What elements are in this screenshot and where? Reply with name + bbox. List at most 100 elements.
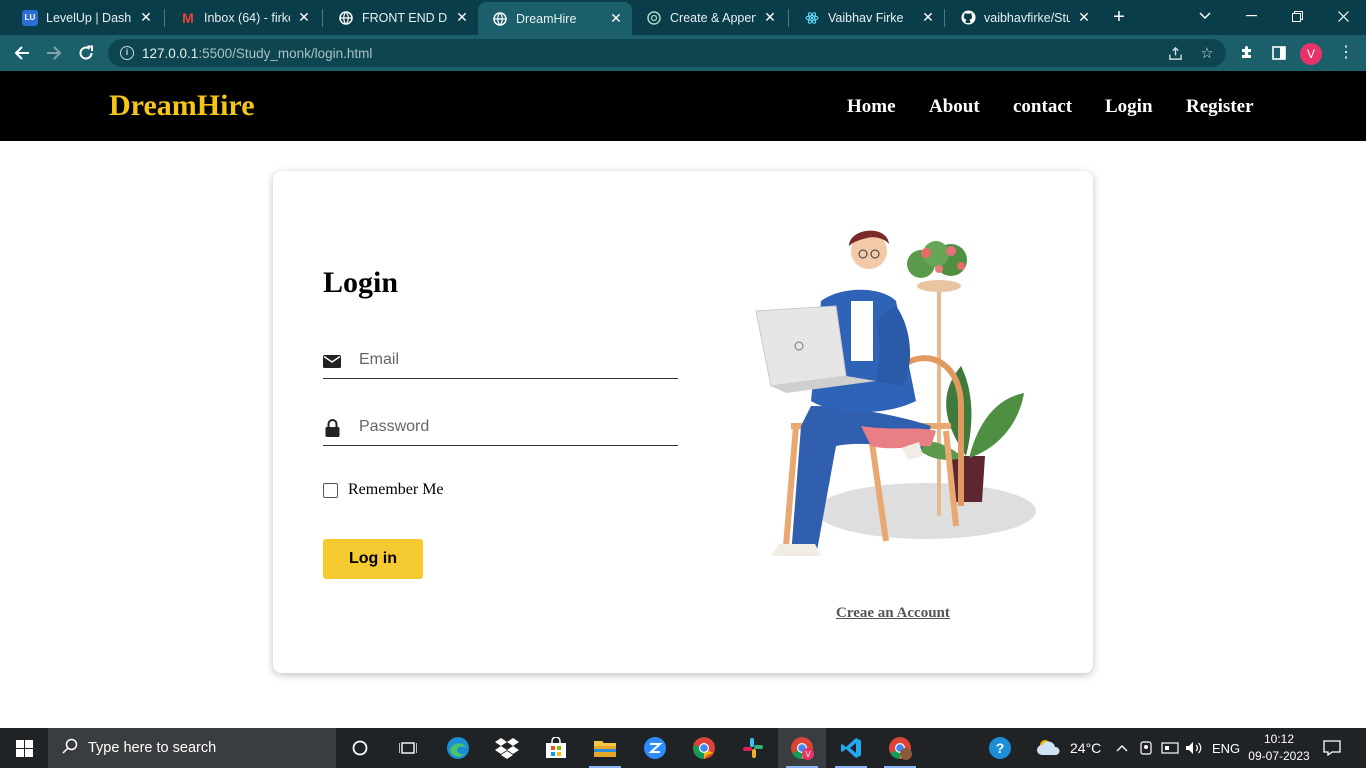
restore-button[interactable] bbox=[1274, 0, 1320, 32]
url-host: 127.0.0.1 bbox=[142, 45, 199, 61]
remember-me-label: Remember Me bbox=[348, 481, 444, 498]
svg-text:V: V bbox=[805, 750, 811, 759]
chrome-icon[interactable] bbox=[680, 728, 728, 768]
close-icon[interactable]: ✕ bbox=[608, 10, 624, 27]
nav-register[interactable]: Register bbox=[1186, 96, 1254, 118]
login-card: Login Remember Me Log in bbox=[273, 171, 1093, 673]
meet-now-icon[interactable] bbox=[1139, 728, 1153, 768]
close-icon[interactable]: ✕ bbox=[454, 9, 470, 26]
nav-contact[interactable]: contact bbox=[1013, 96, 1072, 118]
password-input[interactable] bbox=[359, 410, 674, 444]
email-input[interactable] bbox=[359, 343, 674, 377]
nav-about[interactable]: About bbox=[929, 96, 980, 118]
tab-github[interactable]: vaibhavfirke/Stud ✕ bbox=[946, 0, 1100, 35]
more-menu-icon[interactable]: ⋮ bbox=[1338, 43, 1354, 63]
side-panel-icon[interactable] bbox=[1270, 44, 1288, 62]
remember-me-checkbox[interactable] bbox=[323, 482, 338, 498]
task-view-icon[interactable] bbox=[384, 728, 432, 768]
taskbar-clock[interactable]: 10:12 09-07-2023 bbox=[1246, 731, 1312, 765]
person-with-laptop-illustration bbox=[755, 230, 1036, 556]
show-hidden-icons-chevron-icon[interactable] bbox=[1116, 728, 1128, 768]
tab-vaibhav-firke[interactable]: Vaibhav Firke ✕ bbox=[790, 0, 944, 35]
tab-separator bbox=[164, 9, 165, 27]
browser-toolbar: i 127.0.0.1:5500/Study_monk/login.html ☆… bbox=[0, 35, 1366, 71]
zoom-icon[interactable] bbox=[631, 728, 679, 768]
weather-cloud-icon bbox=[1036, 738, 1062, 759]
search-icon bbox=[62, 738, 78, 758]
bookmark-star-icon[interactable]: ☆ bbox=[1198, 44, 1216, 62]
microsoft-store-icon[interactable] bbox=[532, 728, 580, 768]
url-path: :5500/Study_monk/login.html bbox=[198, 45, 373, 61]
clock-date: 09-07-2023 bbox=[1248, 749, 1310, 763]
extensions-icon[interactable] bbox=[1238, 44, 1256, 62]
tab-title: Create & Append bbox=[670, 10, 756, 25]
reload-button[interactable] bbox=[73, 40, 99, 66]
volume-icon[interactable] bbox=[1185, 728, 1203, 768]
gmail-icon: M bbox=[182, 9, 194, 26]
clock-time: 10:12 bbox=[1263, 732, 1295, 746]
site-navbar: DreamHire Home About contact Login Regis… bbox=[0, 71, 1366, 141]
globe-icon bbox=[492, 11, 508, 27]
site-info-icon[interactable]: i bbox=[120, 46, 134, 60]
forward-button[interactable] bbox=[41, 40, 67, 66]
language-indicator[interactable]: ENG bbox=[1212, 728, 1240, 768]
close-icon[interactable]: ✕ bbox=[138, 9, 154, 26]
password-field bbox=[323, 410, 678, 446]
close-window-button[interactable] bbox=[1320, 0, 1366, 32]
tab-title: LevelUp | Dashbo bbox=[46, 10, 132, 25]
tab-create-append[interactable]: Create & Append ✕ bbox=[632, 0, 786, 35]
browser-tab-strip: LU LevelUp | Dashbo ✕ M Inbox (64) - fir… bbox=[0, 0, 1366, 35]
tab-search-chevron-icon[interactable] bbox=[1182, 0, 1228, 32]
new-tab-button[interactable]: + bbox=[1108, 6, 1130, 28]
tab-dreamhire[interactable]: DreamHire ✕ bbox=[478, 2, 632, 35]
weather-widget[interactable]: 24°C bbox=[1036, 728, 1101, 768]
close-icon[interactable]: ✕ bbox=[762, 9, 778, 26]
edge-icon[interactable] bbox=[434, 728, 482, 768]
dropbox-icon[interactable] bbox=[483, 728, 531, 768]
search-placeholder: Type here to search bbox=[88, 740, 217, 756]
profile-avatar[interactable]: V bbox=[1300, 43, 1322, 65]
taskbar-search-box[interactable]: Type here to search bbox=[48, 728, 336, 768]
remember-me[interactable]: Remember Me bbox=[323, 481, 444, 499]
tab-title: Inbox (64) - firkev bbox=[204, 10, 290, 25]
windows-start-icon[interactable] bbox=[0, 728, 48, 768]
close-icon[interactable]: ✕ bbox=[296, 9, 312, 26]
share-icon[interactable] bbox=[1166, 44, 1184, 62]
notification-icon[interactable] bbox=[1320, 736, 1344, 760]
email-field bbox=[323, 343, 678, 379]
tab-separator bbox=[788, 9, 789, 27]
back-button[interactable] bbox=[9, 40, 35, 66]
cortana-icon[interactable] bbox=[336, 728, 384, 768]
tab-title: Vaibhav Firke bbox=[828, 10, 904, 25]
tab-levelup[interactable]: LU LevelUp | Dashbo ✕ bbox=[8, 0, 162, 35]
close-icon[interactable]: ✕ bbox=[1076, 9, 1092, 26]
help-icon[interactable]: ? bbox=[988, 728, 1012, 768]
tab-separator bbox=[322, 9, 323, 27]
windows-taskbar: Type here to search V ? 24°C ENG 10:12 0… bbox=[0, 728, 1366, 768]
svg-text:?: ? bbox=[996, 740, 1005, 756]
create-account-link[interactable]: Creae an Account bbox=[836, 605, 950, 622]
slack-icon[interactable] bbox=[729, 728, 777, 768]
tab-separator bbox=[944, 9, 945, 27]
nav-home[interactable]: Home bbox=[847, 96, 896, 118]
close-icon[interactable]: ✕ bbox=[920, 9, 936, 26]
nav-login[interactable]: Login bbox=[1105, 96, 1153, 118]
network-icon[interactable] bbox=[1161, 728, 1179, 768]
tab-title: vaibhavfirke/Stud bbox=[984, 10, 1070, 25]
site-logo[interactable]: DreamHire bbox=[109, 89, 255, 123]
envelope-icon bbox=[323, 352, 341, 370]
vscode-icon[interactable] bbox=[827, 728, 875, 768]
chatgpt-icon bbox=[646, 10, 662, 26]
tab-gmail[interactable]: M Inbox (64) - firkev ✕ bbox=[166, 0, 320, 35]
minimize-button[interactable] bbox=[1228, 0, 1274, 32]
login-button[interactable]: Log in bbox=[323, 539, 423, 579]
file-explorer-icon[interactable] bbox=[581, 728, 629, 768]
chrome-profile-icon[interactable]: V bbox=[778, 728, 826, 768]
lock-icon bbox=[323, 419, 341, 437]
address-bar[interactable]: i 127.0.0.1:5500/Study_monk/login.html ☆ bbox=[108, 39, 1226, 67]
chrome-alt-profile-icon[interactable] bbox=[876, 728, 924, 768]
weather-temp: 24°C bbox=[1070, 740, 1102, 756]
github-icon bbox=[960, 10, 976, 26]
tab-front-end-dev[interactable]: FRONT END DEV ✕ bbox=[324, 0, 478, 35]
login-title: Login bbox=[323, 266, 399, 299]
